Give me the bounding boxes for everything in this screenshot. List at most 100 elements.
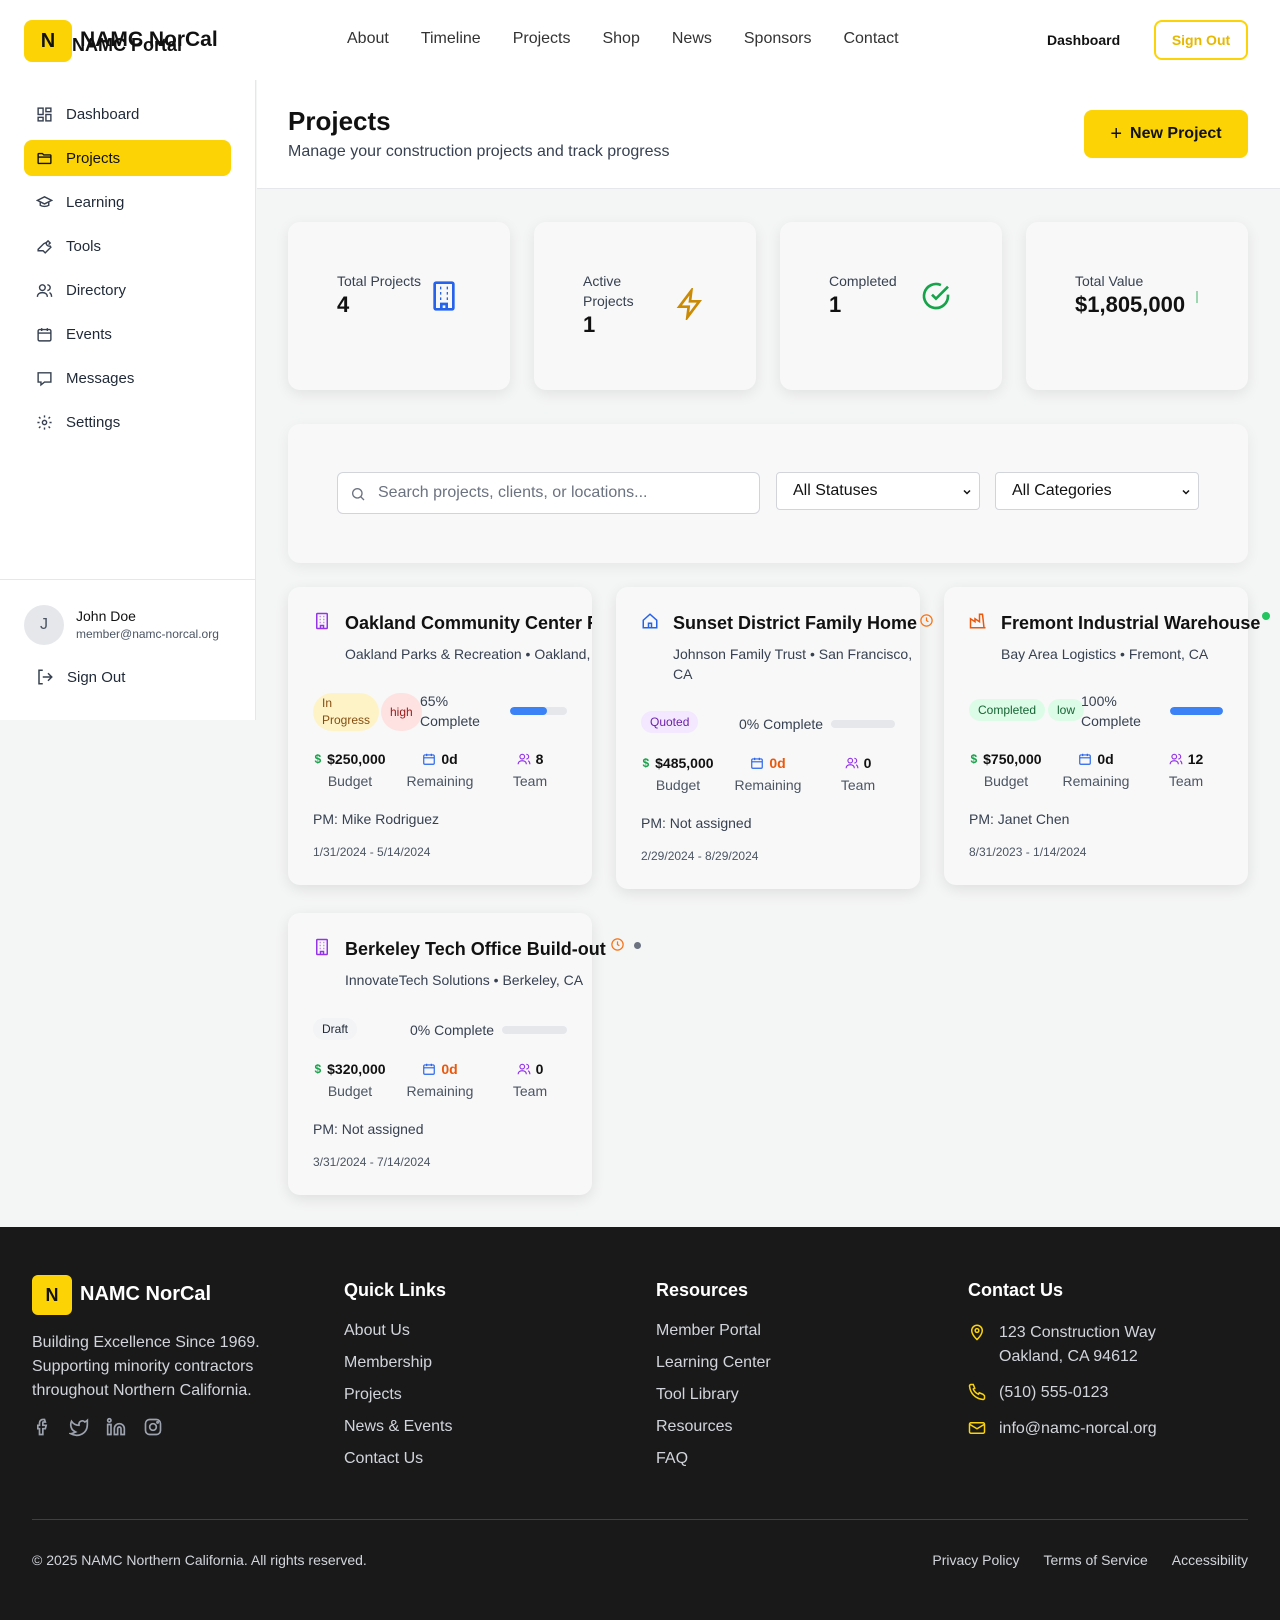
- status-badge: In Progress: [313, 693, 379, 731]
- logout-icon: [38, 669, 53, 685]
- footer-link[interactable]: Resources: [656, 1418, 771, 1450]
- sidebar: Dashboard Projects Learning Tools Direct…: [0, 80, 256, 720]
- accessibility-link[interactable]: Accessibility: [1172, 1552, 1248, 1568]
- sidebar-item-dashboard[interactable]: Dashboard: [24, 96, 231, 132]
- dollar-icon: $: [642, 756, 650, 770]
- sidebar-item-label: Tools: [66, 237, 102, 255]
- footer-logo-mark[interactable]: N: [32, 1275, 72, 1315]
- project-dates: 3/31/2024 - 7/14/2024: [313, 1155, 431, 1169]
- footer-link[interactable]: News & Events: [344, 1418, 452, 1450]
- chevron-down-icon: [963, 489, 971, 495]
- footer-link[interactable]: FAQ: [656, 1450, 771, 1482]
- project-title[interactable]: Berkeley Tech Office Build-out: [345, 939, 606, 960]
- project-card[interactable]: Fremont Industrial Warehouse Bay Area Lo…: [944, 587, 1270, 885]
- footer-link[interactable]: About Us: [344, 1322, 452, 1354]
- footer-link[interactable]: Member Portal: [656, 1322, 771, 1354]
- sidebar-item-learning[interactable]: Learning: [24, 184, 231, 220]
- sidebar-sign-out[interactable]: Sign Out: [36, 668, 125, 686]
- sidebar-item-projects[interactable]: Projects: [24, 140, 231, 176]
- remaining-metric: 0d Remaining: [395, 1059, 485, 1099]
- nav-projects[interactable]: Projects: [513, 30, 571, 48]
- remaining-value: 0d: [769, 755, 786, 771]
- terms-link[interactable]: Terms of Service: [1044, 1552, 1148, 1568]
- quick-links-list: About Us Membership Projects News & Even…: [344, 1322, 452, 1482]
- contact-phone[interactable]: (510) 555-0123: [968, 1381, 1108, 1405]
- footer: N NAMC NorCal Building Excellence Since …: [0, 1227, 1280, 1620]
- nav-about[interactable]: About: [347, 30, 389, 48]
- address-line-1: 123 Construction Way: [999, 1324, 1156, 1341]
- dollar-icon: $: [314, 752, 322, 766]
- calendar-icon: [37, 327, 52, 342]
- project-title[interactable]: Oakland Community Center Renovation: [345, 613, 592, 634]
- contact-title: Contact Us: [968, 1280, 1064, 1300]
- linkedin-icon[interactable]: [106, 1417, 126, 1437]
- project-dates: 8/31/2023 - 1/14/2024: [969, 845, 1087, 859]
- status-select[interactable]: All Statuses: [776, 472, 980, 510]
- sidebar-item-settings[interactable]: Settings: [24, 404, 231, 440]
- project-title[interactable]: Fremont Industrial Warehouse: [1001, 613, 1260, 634]
- sidebar-item-events[interactable]: Events: [24, 316, 231, 352]
- lightning-icon: [676, 288, 702, 320]
- filter-bar: All Statuses All Categories: [288, 424, 1248, 563]
- twitter-icon[interactable]: [69, 1417, 89, 1437]
- phone-icon: [968, 1383, 986, 1401]
- sidebar-item-directory[interactable]: Directory: [24, 272, 231, 308]
- project-card[interactable]: Oakland Community Center Renovation Oakl…: [288, 587, 592, 885]
- search-input[interactable]: [378, 481, 748, 505]
- project-manager: PM: Not assigned: [641, 815, 752, 831]
- stat-label: Total Value: [1075, 273, 1144, 289]
- address-line-2: Oakland, CA 94612: [999, 1348, 1138, 1365]
- calendar-icon: [751, 757, 764, 769]
- category-select[interactable]: All Categories: [995, 472, 1199, 510]
- project-card[interactable]: Berkeley Tech Office Build-out InnovateT…: [288, 913, 641, 1195]
- stat-label: Completed: [829, 273, 897, 289]
- nav-sponsors[interactable]: Sponsors: [744, 30, 812, 48]
- status-dot: [1262, 612, 1270, 620]
- users-icon: [517, 753, 531, 765]
- project-client: Johnson Family Trust • San Francisco, CA: [673, 646, 913, 682]
- gear-icon: [37, 414, 52, 430]
- progress-bar: [502, 1026, 567, 1034]
- footer-link[interactable]: Projects: [344, 1386, 452, 1418]
- dashboard-link[interactable]: Dashboard: [1047, 32, 1120, 48]
- stat-value: 4: [337, 292, 350, 317]
- check-circle-icon: [922, 282, 950, 310]
- contact-email[interactable]: info@namc-norcal.org: [968, 1417, 1157, 1441]
- instagram-icon[interactable]: [143, 1417, 163, 1437]
- project-title[interactable]: Sunset District Family Home: [673, 613, 917, 634]
- team-value: 0: [863, 755, 872, 771]
- nav-news[interactable]: News: [672, 30, 712, 48]
- project-card[interactable]: Sunset District Family Home Johnson Fami…: [616, 587, 933, 889]
- nav-shop[interactable]: Shop: [602, 30, 639, 48]
- avatar[interactable]: J: [24, 605, 64, 645]
- stat-value: 1: [829, 292, 842, 317]
- dollar-icon: [1196, 291, 1198, 303]
- user-email: member@namc-norcal.org: [76, 627, 219, 641]
- sidebar-item-tools[interactable]: Tools: [24, 228, 231, 264]
- privacy-policy-link[interactable]: Privacy Policy: [932, 1552, 1019, 1568]
- remaining-metric: 0d Remaining: [1051, 749, 1141, 789]
- footer-link[interactable]: Membership: [344, 1354, 452, 1386]
- facebook-icon[interactable]: [32, 1417, 52, 1437]
- calendar-icon: [1079, 753, 1092, 765]
- sign-out-button[interactable]: Sign Out: [1154, 20, 1248, 60]
- nav-contact[interactable]: Contact: [843, 30, 898, 48]
- contact-address: 123 Construction Way Oakland, CA 94612: [968, 1321, 1156, 1369]
- stat-label: Total Projects: [337, 273, 422, 289]
- footer-link[interactable]: Learning Center: [656, 1354, 771, 1386]
- budget-metric: $ $750,000 Budget: [961, 749, 1051, 789]
- footer-link[interactable]: Tool Library: [656, 1386, 771, 1418]
- footer-tagline: Building Excellence Since 1969. Supporti…: [32, 1334, 260, 1399]
- nav-timeline[interactable]: Timeline: [421, 30, 481, 48]
- social-links: [32, 1417, 180, 1437]
- sidebar-item-messages[interactable]: Messages: [24, 360, 231, 396]
- budget-value: $750,000: [983, 751, 1042, 767]
- chevron-down-icon: [1182, 489, 1190, 495]
- project-dates: 2/29/2024 - 8/29/2024: [641, 849, 759, 863]
- sign-out-label: Sign Out: [67, 668, 126, 686]
- stat-card-total: Total Projects 4: [288, 222, 510, 390]
- copyright: © 2025 NAMC Northern California. All rig…: [32, 1552, 367, 1568]
- footer-link[interactable]: Contact Us: [344, 1450, 452, 1482]
- brand-logo[interactable]: N NAMC Portal NAMC NorCal: [24, 20, 218, 62]
- new-project-button[interactable]: + New Project: [1084, 110, 1248, 158]
